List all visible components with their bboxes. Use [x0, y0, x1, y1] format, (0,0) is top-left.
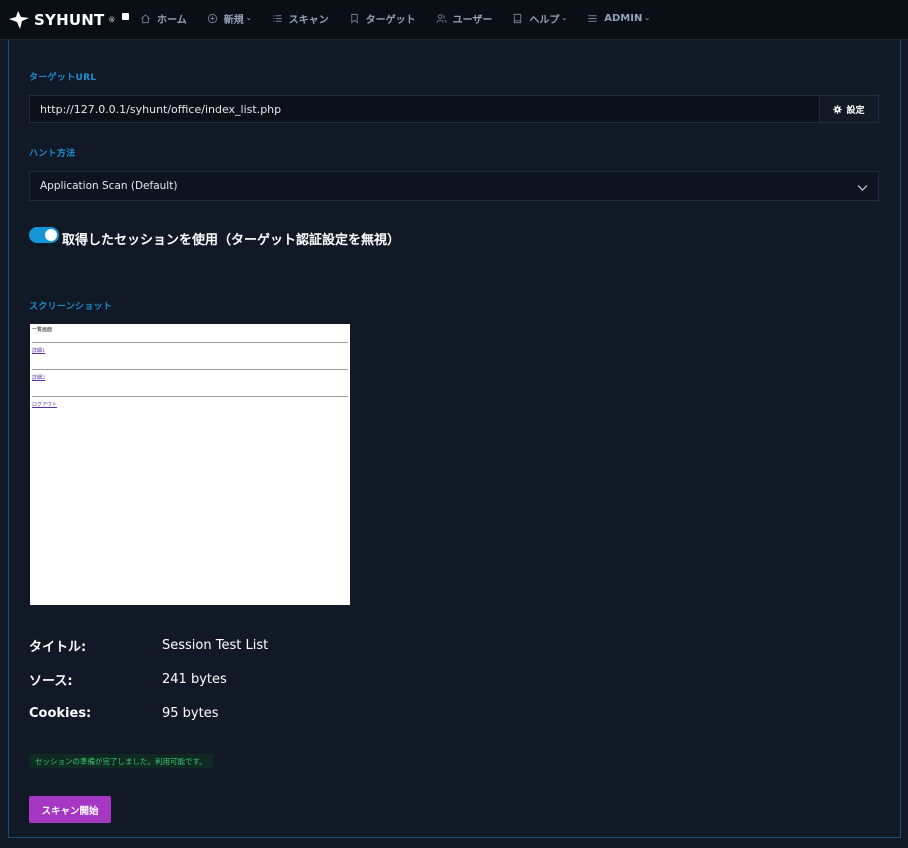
brand-name: SYHUNT — [34, 11, 105, 29]
start-scan-button[interactable]: スキャン開始 — [29, 796, 111, 823]
session-panel: ターゲットURL 設定 ハント方法 Application Scan (Defa… — [8, 40, 901, 838]
syhunt-mark-icon — [9, 11, 29, 29]
nav-label-new: 新規 — [223, 14, 244, 26]
screenshot-divider — [32, 342, 348, 343]
gear-icon — [833, 104, 843, 114]
screenshot-divider — [32, 369, 348, 370]
chevron-down-icon: ⌄ — [561, 14, 568, 22]
chevron-down-icon: ⌄ — [245, 14, 252, 22]
nav-item-new[interactable]: 新規 ⌄ — [207, 11, 252, 26]
book-icon — [514, 13, 522, 23]
settings-button-label: 設定 — [846, 105, 865, 116]
nav-item-users[interactable]: ユーザー — [436, 11, 493, 26]
info-value-cookies: 95 bytes — [162, 705, 219, 721]
nav-menu: ホーム 新規 ⌄ スキャン ターゲット ユーザー ヘルプ ⌄ ADMIN ⌄ — [140, 0, 670, 36]
plus-circle-icon — [207, 13, 217, 23]
screenshot-link: 詳細2 — [32, 375, 46, 381]
hunt-method-select[interactable]: Application Scan (Default) — [29, 171, 879, 201]
bookmark-icon — [350, 13, 358, 24]
top-navbar: SYHUNT ® ホーム 新規 ⌄ スキャン ターゲット ユーザー ヘルプ ⌄ — [0, 0, 908, 40]
brand-trademark: ® — [108, 16, 116, 24]
info-value-source: 241 bytes — [162, 671, 227, 687]
info-row-title: タイトル: Session Test List — [29, 635, 268, 655]
home-icon — [141, 13, 150, 23]
info-row-cookies: Cookies: 95 bytes — [29, 703, 219, 723]
nav-item-admin[interactable]: ADMIN ⌄ — [587, 13, 650, 24]
settings-button[interactable]: 設定 — [819, 95, 879, 123]
target-screenshot: 一覧画面 詳細1 詳細2 ログアウト — [30, 324, 350, 605]
hunt-method-value: Application Scan (Default) — [40, 180, 178, 192]
info-key-cookies: Cookies: — [29, 705, 92, 721]
session-toggle-switch[interactable] — [29, 227, 59, 243]
session-toggle-label: 取得したセッションを使用（ターゲット認証設定を無視） — [62, 232, 401, 248]
nav-label-targets: ターゲット — [365, 14, 416, 26]
target-url-label: ターゲットURL — [29, 73, 97, 83]
screenshot-label: スクリーンショット — [29, 302, 113, 312]
list-icon — [272, 14, 282, 22]
toggle-knob — [45, 229, 57, 241]
nav-label-home: ホーム — [157, 14, 187, 26]
nav-label-scans: スキャン — [288, 14, 329, 26]
chevron-down-icon — [857, 177, 868, 196]
brand-badge-icon — [122, 12, 130, 20]
screenshot-page-title: 一覧画面 — [32, 327, 53, 333]
session-ready-message: セッションの準備が完了しました。利用可能です。 — [29, 754, 213, 768]
hunt-method-label: ハント方法 — [29, 149, 76, 159]
menu-icon — [588, 14, 597, 22]
info-key-title: タイトル: — [29, 639, 87, 655]
info-key-source: ソース: — [29, 673, 73, 689]
users-icon — [436, 13, 447, 23]
nav-item-targets[interactable]: ターゲット — [349, 11, 416, 26]
nav-item-scans[interactable]: スキャン — [272, 11, 329, 26]
target-url-input[interactable] — [29, 95, 819, 123]
brand-logo[interactable]: SYHUNT ® — [8, 9, 130, 31]
info-value-title: Session Test List — [162, 637, 269, 653]
nav-label-help: ヘルプ — [529, 14, 560, 26]
info-row-source: ソース: 241 bytes — [29, 669, 227, 689]
screenshot-divider — [32, 396, 348, 397]
screenshot-link: 詳細1 — [32, 348, 46, 354]
screenshot-link: ログアウト — [32, 402, 58, 408]
nav-item-home[interactable]: ホーム — [140, 11, 187, 26]
nav-label-users: ユーザー — [452, 14, 493, 26]
nav-item-help[interactable]: ヘルプ ⌄ — [512, 11, 567, 26]
chevron-down-icon: ⌄ — [644, 14, 651, 22]
session-toggle-row: 取得したセッションを使用（ターゲット認証設定を無視） — [29, 227, 401, 248]
nav-label-admin: ADMIN — [604, 12, 643, 24]
